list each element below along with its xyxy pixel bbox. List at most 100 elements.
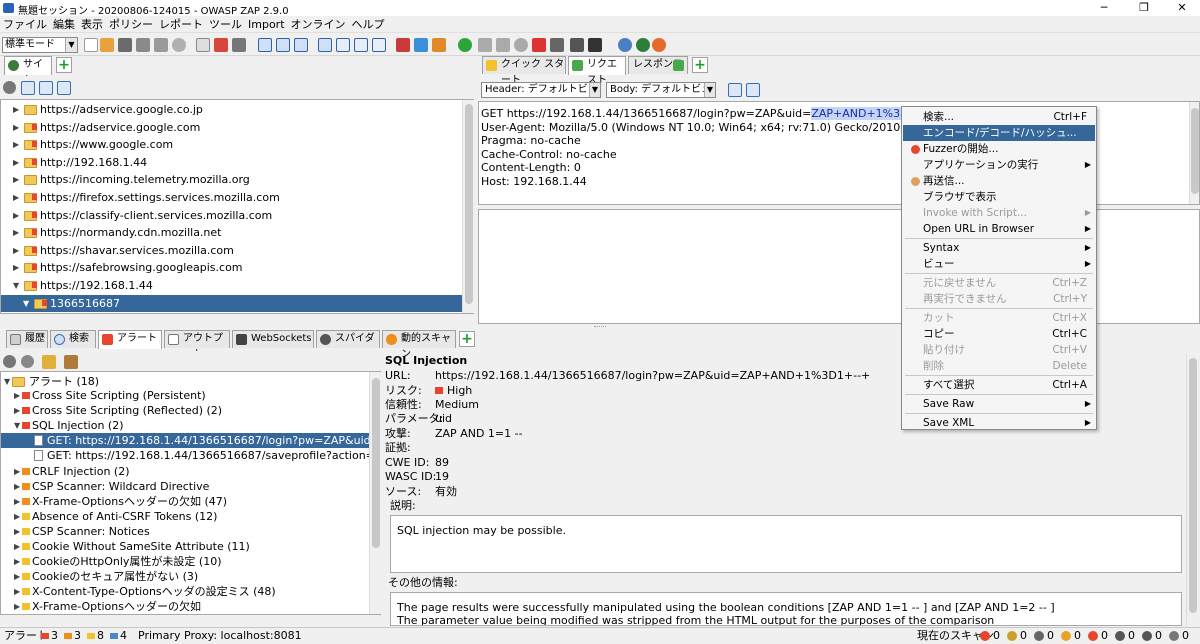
body-view-select[interactable]: Body: デフォルトビュー▼	[606, 82, 716, 109]
add-bottom-tab-button[interactable]: +	[459, 331, 475, 347]
split-horizontal-icon[interactable]	[728, 83, 742, 97]
tab-request[interactable]: リクエスト	[568, 56, 626, 86]
scope-icon[interactable]	[3, 81, 16, 94]
firefox-icon[interactable]	[652, 38, 666, 52]
expand-arrow-icon[interactable]: ▶	[13, 171, 19, 188]
close-tab-icon[interactable]	[214, 38, 228, 52]
menu-edit[interactable]: 編集	[50, 16, 78, 33]
split-vertical-icon[interactable]	[746, 83, 760, 97]
minimize-button[interactable]: ─	[1084, 0, 1124, 16]
maximize-button[interactable]: ❐	[1124, 0, 1164, 16]
detail-scrollbar[interactable]	[1186, 354, 1198, 626]
layout-3-icon[interactable]	[294, 38, 308, 52]
collapse-arrow-icon[interactable]: ▼	[23, 295, 29, 312]
expand-arrow-icon[interactable]: ▶	[14, 464, 20, 479]
site-node[interactable]: ▼ https://192.168.1.44	[1, 277, 462, 295]
panel-layout-c-icon[interactable]	[354, 38, 368, 52]
context-menu-item[interactable]: すべて選択 Ctrl+A	[903, 377, 1095, 393]
open-session-icon[interactable]	[100, 38, 114, 52]
request-scrollbar[interactable]	[1189, 102, 1199, 204]
show-tab-icon[interactable]	[196, 38, 210, 52]
context-menu-item[interactable]: エンコード/デコード/ハッシュ...	[903, 125, 1095, 141]
breakpoint-settings-icon[interactable]	[550, 38, 564, 52]
menu-import[interactable]: Import	[245, 16, 288, 33]
description-box[interactable]: SQL injection may be possible.	[390, 515, 1182, 573]
new-session-icon[interactable]	[84, 38, 98, 52]
site-node[interactable]: ▼ 1366516687	[1, 294, 462, 313]
expand-arrow-icon[interactable]: ▶	[13, 189, 19, 206]
panel-layout-a-icon[interactable]	[318, 38, 332, 52]
alert-group-row[interactable]: ▶ Cross Site Scripting (Persistent)	[1, 388, 369, 403]
expand-arrow-icon[interactable]: ▶	[13, 259, 19, 276]
context-menu-item[interactable]: Fuzzerの開始...	[903, 141, 1095, 157]
alert-group-row[interactable]: ▼ SQL Injection (2)	[1, 418, 369, 433]
tab-alerts[interactable]: アラート	[98, 330, 162, 349]
drop-icon[interactable]	[514, 38, 528, 52]
collapse-arrow-icon[interactable]: ▼	[14, 418, 20, 433]
panel-layout-b-icon[interactable]	[336, 38, 350, 52]
expand-arrow-icon[interactable]: ▶	[14, 509, 20, 524]
break-on-all-icon[interactable]	[458, 38, 472, 52]
layout-2-icon[interactable]	[276, 38, 290, 52]
expand-arrow-icon[interactable]: ▶	[13, 119, 19, 136]
snapshot-icon[interactable]	[136, 38, 150, 52]
expand-arrow-icon[interactable]: ▶	[13, 154, 19, 171]
context-menu-item[interactable]: 再送信...	[903, 173, 1095, 189]
expand-arrow-icon[interactable]: ▶	[14, 524, 20, 539]
tab-history[interactable]: 履歴	[6, 330, 48, 348]
save-session-icon[interactable]	[118, 38, 132, 52]
menu-tools[interactable]: ツール	[206, 16, 245, 33]
site-node[interactable]: ▶ https://shavar.services.mozilla.com	[1, 242, 462, 260]
alert-instance-row[interactable]: GET: https://192.168.1.44/1366516687/log…	[1, 433, 369, 449]
alert-group-row[interactable]: ▶ X-Frame-Optionsヘッダーの欠如 (47)	[1, 494, 369, 509]
alert-group-row[interactable]: ▶ X-Frame-Optionsヘッダーの欠如	[1, 599, 369, 614]
site-node[interactable]: ▶ http://192.168.1.44	[1, 154, 462, 172]
context-menu-item[interactable]: ビュー ▶	[903, 256, 1095, 272]
expand-arrow-icon[interactable]: ▶	[13, 101, 19, 118]
tab-quick-start[interactable]: クイック スタート	[482, 56, 566, 86]
alert-group-row[interactable]: ▶ Cookieのセキュア属性がない (3)	[1, 569, 369, 584]
edit-alert-icon[interactable]	[42, 355, 56, 369]
site-node[interactable]: ▶ https://classify-client.services.mozill…	[1, 207, 462, 225]
sites-scrollbar[interactable]	[462, 100, 474, 313]
detail-scroll-thumb[interactable]	[1189, 358, 1197, 613]
alert-instance-row[interactable]: GET: https://192.168.1.44/1366516687/sav…	[1, 448, 369, 463]
context-menu-item[interactable]: 検索... Ctrl+F	[903, 109, 1095, 125]
import-context-icon[interactable]	[39, 81, 53, 95]
context-menu-item[interactable]: コピー Ctrl+C	[903, 326, 1095, 342]
scan-policy-icon[interactable]	[414, 38, 428, 52]
menu-online[interactable]: オンライン	[288, 16, 349, 33]
menu-help[interactable]: ヘルプ	[349, 16, 388, 33]
menu-view[interactable]: 表示	[78, 16, 106, 33]
tab-websockets[interactable]: WebSockets	[232, 330, 314, 348]
alert-group-row[interactable]: ▶ Absence of Anti-CSRF Tokens (12)	[1, 509, 369, 524]
alert-group-row[interactable]: ▶ X-Content-Type-Optionsヘッダの設定ミス (48)	[1, 584, 369, 599]
export-context-icon[interactable]	[57, 81, 71, 95]
collapse-arrow-icon[interactable]: ▼	[13, 277, 19, 294]
scope-icon[interactable]	[3, 355, 16, 368]
expand-arrow-icon[interactable]: ▶	[14, 479, 20, 494]
expand-arrow-icon[interactable]: ▶	[14, 403, 20, 418]
close-window-button[interactable]: ✕	[1162, 0, 1200, 16]
expand-arrow-icon[interactable]: ▶	[14, 599, 20, 614]
tab-search[interactable]: 検索	[50, 330, 96, 348]
console-icon[interactable]	[570, 38, 584, 52]
context-menu-item[interactable]: Save Raw ▶	[903, 396, 1095, 412]
menu-report[interactable]: レポート	[156, 16, 206, 33]
mode-select[interactable]: 標準モード ▼	[2, 37, 78, 53]
menu-file[interactable]: ファイル	[0, 16, 50, 33]
site-node[interactable]: ▶ https://normandy.cdn.mozilla.net	[1, 224, 462, 242]
request-scroll-thumb[interactable]	[1191, 108, 1199, 194]
site-node[interactable]: ▶ https://firefox.settings.services.mozil…	[1, 189, 462, 207]
alerts-scroll-thumb[interactable]	[372, 378, 380, 548]
site-node[interactable]: ▶ https://adservice.google.co.jp	[1, 101, 462, 119]
tab-sites[interactable]: サイト	[4, 56, 52, 86]
tab-spider[interactable]: スパイダー	[316, 330, 380, 360]
remove-breakpoints-icon[interactable]	[532, 38, 546, 52]
context-menu-item[interactable]: Syntax ▶	[903, 240, 1095, 256]
expand-arrow-icon[interactable]: ▶	[14, 539, 20, 554]
pin-tab-icon[interactable]	[232, 38, 246, 52]
continue-icon[interactable]	[496, 38, 510, 52]
expand-arrow-icon[interactable]: ▶	[14, 494, 20, 509]
header-view-select[interactable]: Header: デフォルトビュー▼	[481, 82, 601, 109]
